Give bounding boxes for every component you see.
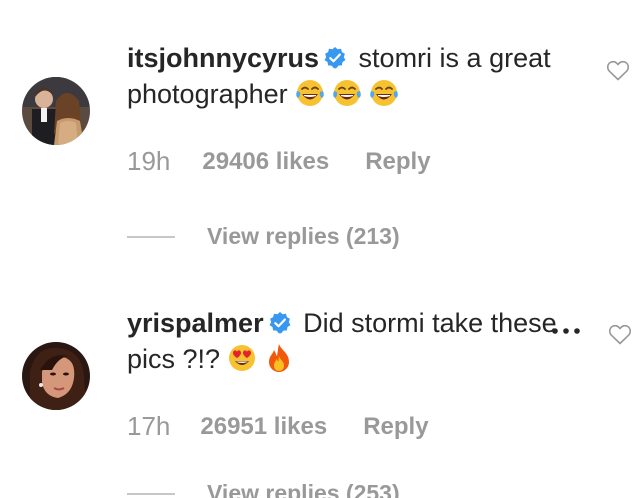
comment-time[interactable]: 19h xyxy=(127,146,170,177)
verified-badge-icon xyxy=(269,312,290,334)
reply-button[interactable]: Reply xyxy=(363,413,428,441)
comments-panel: itsjohnnycyrus stomri is a great photogr… xyxy=(0,0,644,498)
comment-username[interactable]: itsjohnnycyrus xyxy=(127,43,319,73)
view-replies-button[interactable]: View replies (213) xyxy=(127,223,400,250)
comment-meta: 17h 26951 likes Reply xyxy=(127,411,429,442)
view-replies-label: View replies (253) xyxy=(207,480,400,498)
comment-likes[interactable]: 26951 likes xyxy=(200,413,327,441)
comment-username[interactable]: yrispalmer xyxy=(127,308,264,338)
avatar[interactable] xyxy=(22,342,90,410)
reply-button[interactable]: Reply xyxy=(365,148,430,176)
comment-item: itsjohnnycyrus stomri is a great photogr… xyxy=(0,0,644,270)
comment-item: yrispalmer Did stormi take these pics ?!… xyxy=(0,270,644,498)
comment-text: itsjohnnycyrus stomri is a great photogr… xyxy=(127,40,597,112)
view-replies-label: View replies (213) xyxy=(207,223,400,249)
replies-divider-line xyxy=(127,492,175,495)
avatar-photo xyxy=(22,77,90,145)
verified-badge-icon xyxy=(324,47,346,69)
face-with-tears-of-joy-icon xyxy=(332,80,361,106)
comment-text: yrispalmer Did stormi take these pics ?!… xyxy=(127,305,597,377)
comment-meta: 19h 29406 likes Reply xyxy=(127,146,431,177)
face-with-tears-of-joy-icon xyxy=(369,80,398,106)
smiling-face-with-heart-eyes-icon xyxy=(229,345,256,371)
more-options-icon[interactable] xyxy=(551,327,581,335)
replies-divider-line xyxy=(127,235,175,238)
face-with-tears-of-joy-icon xyxy=(295,80,324,106)
avatar[interactable] xyxy=(22,77,90,145)
comment-time[interactable]: 17h xyxy=(127,411,170,442)
fire-icon xyxy=(269,344,290,372)
view-replies-button[interactable]: View replies (253) xyxy=(127,480,400,498)
avatar-photo xyxy=(22,342,90,410)
heart-outline-icon[interactable] xyxy=(608,323,632,345)
comment-likes[interactable]: 29406 likes xyxy=(202,148,329,176)
heart-outline-icon[interactable] xyxy=(606,59,630,81)
